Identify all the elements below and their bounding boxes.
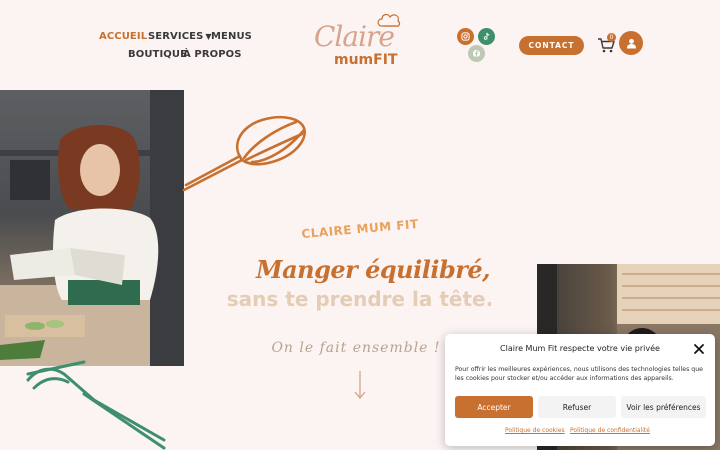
- preferences-button[interactable]: Voir les préférences: [621, 396, 706, 418]
- instagram-link[interactable]: [457, 28, 474, 45]
- facebook-link[interactable]: [468, 45, 485, 62]
- nav-label: MENUS: [211, 31, 252, 42]
- accept-button[interactable]: Accepter: [455, 396, 533, 418]
- accept-label: Accepter: [477, 402, 511, 412]
- hero-kicker: CLAIRE MUM FIT: [300, 216, 420, 242]
- tiktok-link[interactable]: [478, 28, 495, 45]
- privacy-policy-link[interactable]: Politique de confidentialité: [570, 427, 650, 434]
- cart-count-badge: 0: [607, 33, 616, 42]
- logo-sub: mumFIT: [334, 52, 398, 68]
- cookie-consent-banner: Claire Mum Fit respecte votre vie privée…: [445, 334, 715, 446]
- nav-item-boutique[interactable]: BOUTIQUE: [128, 49, 187, 60]
- hero-photo-cooking: [0, 90, 184, 366]
- cookie-body: Pour offrir les meilleures expériences, …: [455, 366, 703, 382]
- hero-tagline: On le fait ensemble !: [271, 340, 441, 356]
- nav-item-services[interactable]: SERVICES ▼: [148, 31, 212, 42]
- nav-label: BOUTIQUE: [128, 49, 188, 60]
- fork-icon: [26, 360, 166, 450]
- account-button[interactable]: [619, 31, 643, 55]
- nav-item-menus[interactable]: MENUS: [211, 31, 252, 42]
- refuse-label: Refuser: [562, 402, 592, 412]
- tiktok-icon: [483, 32, 490, 40]
- nav-label: ACCUEIL: [99, 31, 148, 42]
- contact-label: CONTACT: [528, 41, 575, 50]
- nav-item-accueil[interactable]: ACCUEIL: [99, 31, 147, 42]
- arrow-down-icon[interactable]: [354, 370, 366, 400]
- preferences-label: Voir les préférences: [626, 402, 701, 412]
- hero-headline-line1: Manger équilibré,: [256, 255, 491, 284]
- user-icon: [626, 38, 636, 48]
- contact-button[interactable]: CONTACT: [519, 36, 584, 55]
- nav-label: SERVICES: [148, 31, 204, 42]
- hero-headline-line2: sans te prendre la tête.: [226, 287, 494, 311]
- nav-item-a-propos[interactable]: À PROPOS: [183, 49, 242, 60]
- logo[interactable]: Claire mumFIT: [308, 12, 412, 74]
- cookie-policy-link[interactable]: Politique de cookies: [505, 427, 565, 434]
- refuse-button[interactable]: Refuser: [538, 396, 616, 418]
- facebook-icon: [472, 49, 481, 58]
- whisk-icon: [182, 115, 306, 192]
- logo-script: Claire: [314, 20, 395, 53]
- instagram-icon: [461, 32, 470, 41]
- close-icon[interactable]: [693, 343, 705, 355]
- nav-label: À PROPOS: [183, 49, 242, 60]
- cart-count: 0: [609, 34, 614, 41]
- cookie-title: Claire Mum Fit respecte votre vie privée: [500, 344, 660, 353]
